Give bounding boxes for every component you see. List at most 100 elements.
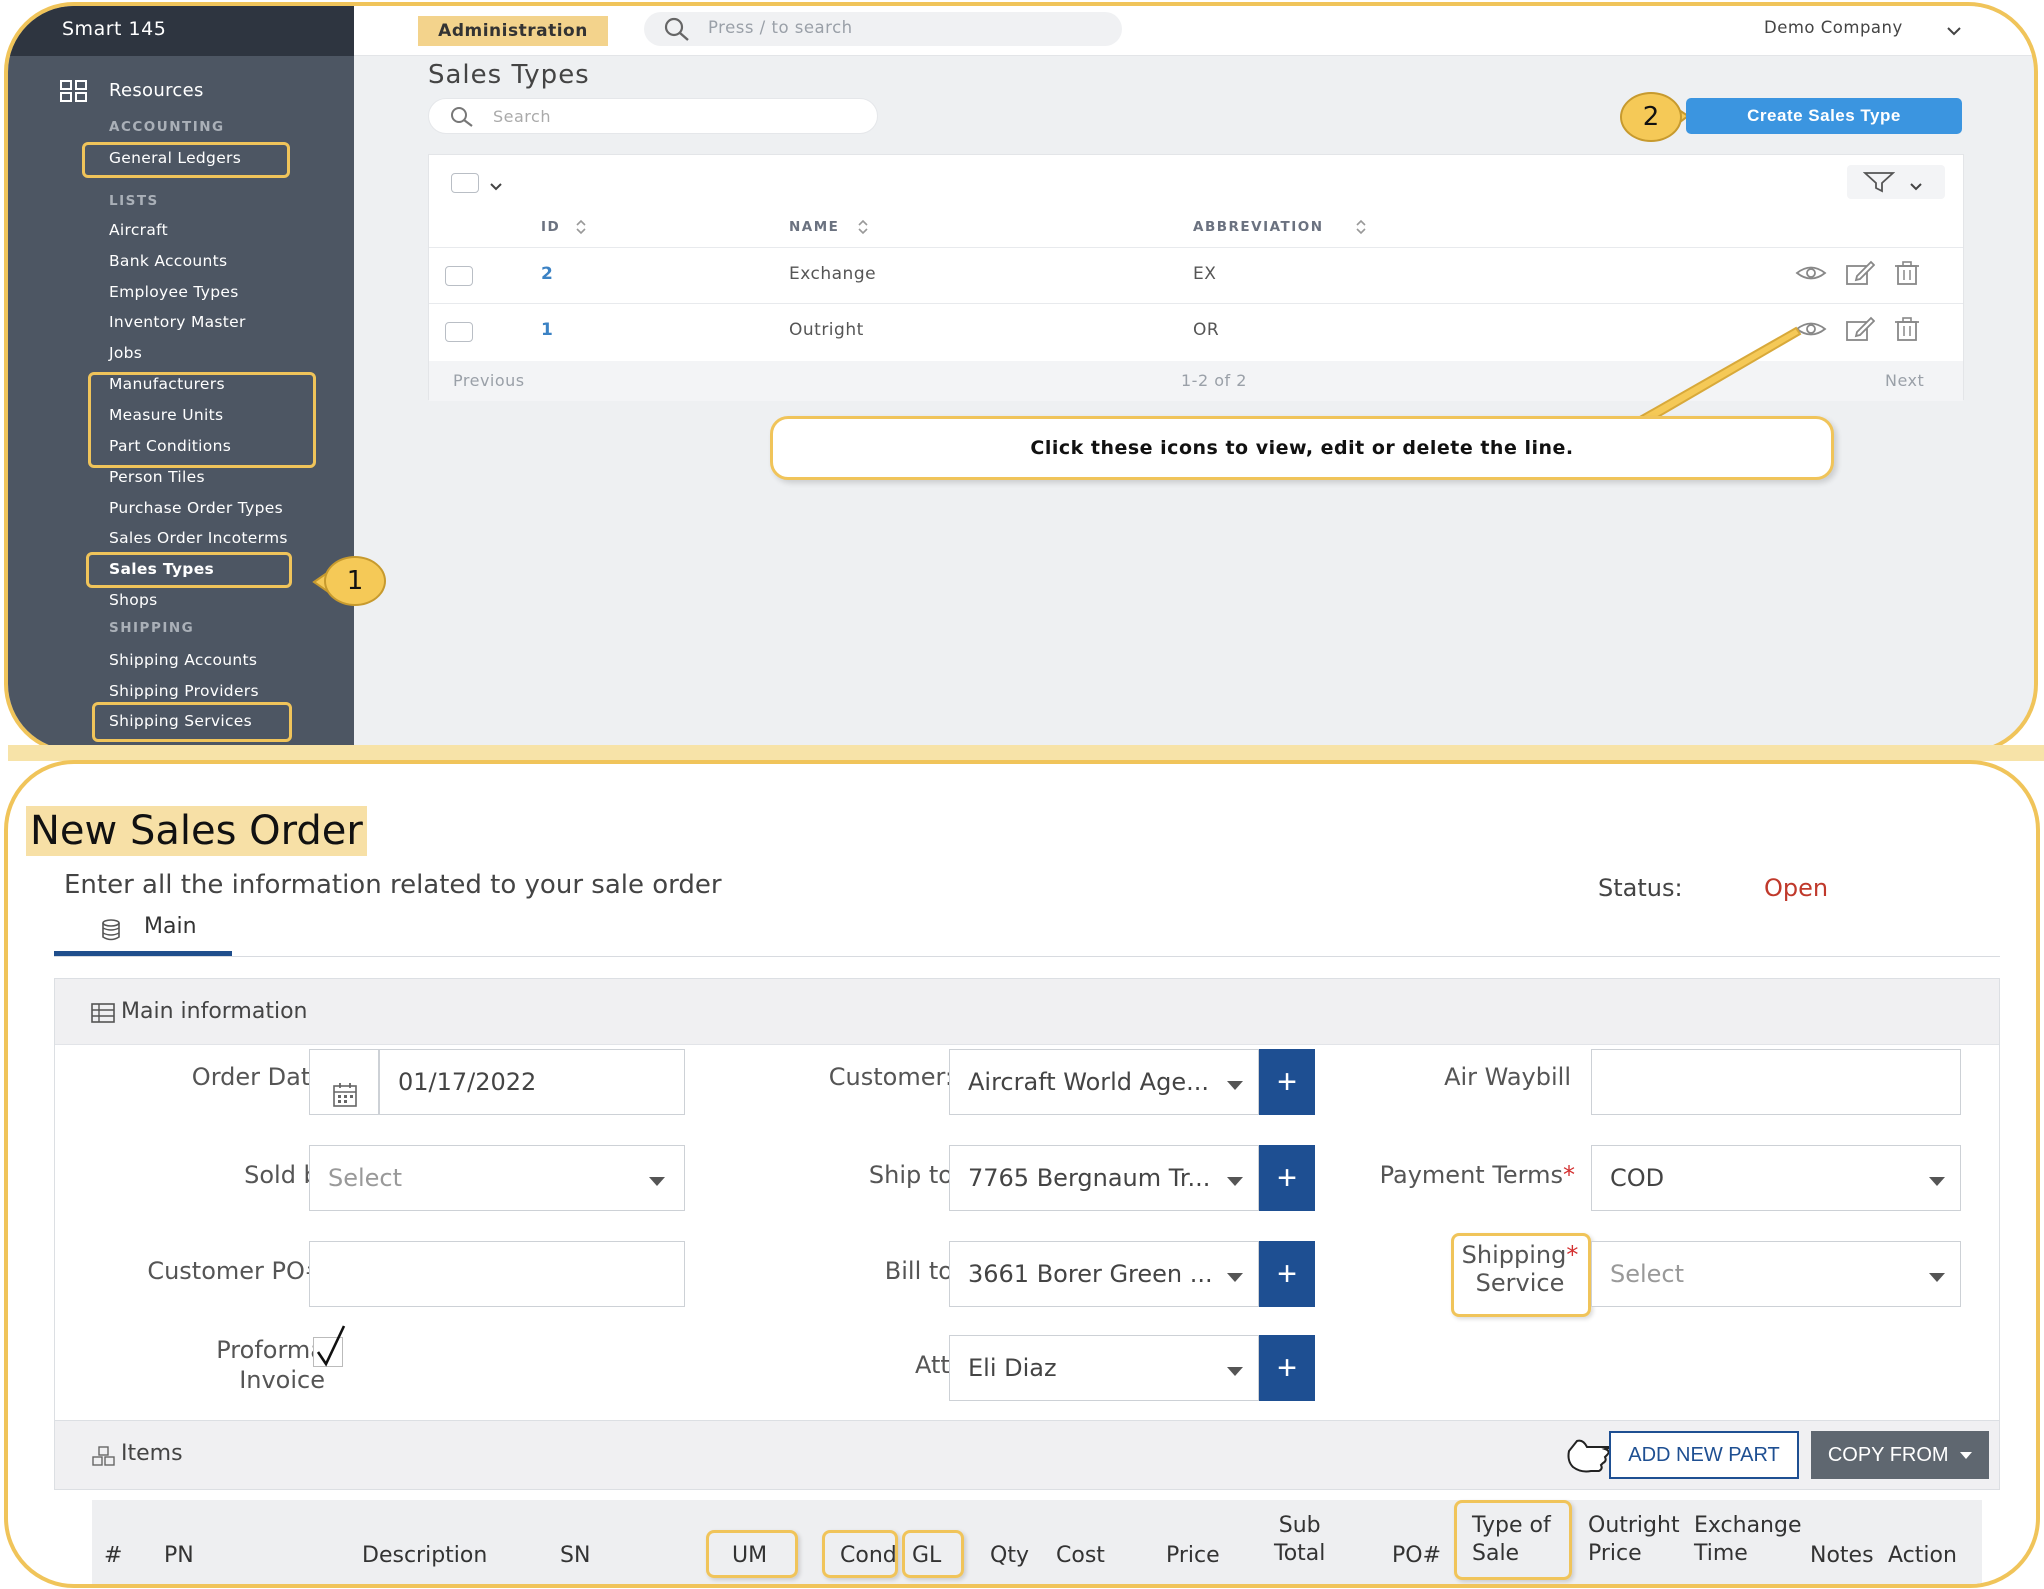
shipping-service-label-line-2: Service	[1475, 1269, 1565, 1297]
shipping-service-label-text: Shipping	[1461, 1241, 1567, 1269]
page-search-input[interactable]: Search	[428, 98, 878, 134]
add-ship-to-button[interactable]: +	[1259, 1145, 1315, 1211]
row-id[interactable]: 2	[541, 264, 553, 284]
sidebar-item-general-ledgers[interactable]: General Ledgers	[109, 149, 241, 167]
payment-terms-label: Payment Terms*	[1335, 1161, 1575, 1189]
payment-terms-select[interactable]: COD	[1591, 1145, 1961, 1211]
brand-bar: Smart 145	[8, 6, 354, 56]
sidebar-item-shipping-accounts[interactable]: Shipping Accounts	[109, 651, 257, 669]
add-attn-button[interactable]: +	[1259, 1335, 1315, 1401]
sidebar-item-part-conditions[interactable]: Part Conditions	[109, 437, 231, 455]
copy-from-button[interactable]: COPY FROM	[1811, 1431, 1989, 1479]
checkmark-icon	[314, 1324, 348, 1372]
ship-to-label-text: Ship to	[868, 1161, 953, 1189]
edit-icon[interactable]	[1845, 316, 1876, 346]
column-header-abbreviation[interactable]: ABBREVIATION	[1193, 219, 1324, 235]
row-id[interactable]: 1	[541, 320, 553, 340]
bill-to-label: Bill to*	[755, 1257, 965, 1285]
chevron-down-icon	[649, 1177, 665, 1186]
sort-icon[interactable]	[857, 219, 869, 239]
column-header-name[interactable]: NAME	[789, 219, 839, 235]
sales-order-subtitle: Enter all the information related to you…	[64, 870, 722, 900]
attn-select[interactable]: Eli Diaz	[949, 1335, 1259, 1401]
sidebar-item-sales-types[interactable]: Sales Types	[109, 560, 214, 578]
filter-button[interactable]	[1847, 165, 1945, 199]
sidebar-item-jobs[interactable]: Jobs	[109, 344, 142, 362]
edit-icon[interactable]	[1845, 260, 1876, 290]
row-checkbox[interactable]	[445, 266, 473, 286]
sort-icon[interactable]	[575, 219, 587, 239]
column-cost: Cost	[1056, 1543, 1105, 1568]
grid-icon	[60, 80, 88, 102]
global-search[interactable]: Press / to search	[644, 12, 1122, 46]
customer-po-input[interactable]	[309, 1241, 685, 1307]
copy-from-label: COPY FROM	[1827, 1444, 1949, 1466]
sidebar-item-shipping-services[interactable]: Shipping Services	[109, 712, 252, 730]
chevron-down-icon	[1929, 1273, 1945, 1282]
sort-icon[interactable]	[1355, 219, 1367, 239]
add-new-part-button[interactable]: ADD NEW PART	[1609, 1431, 1799, 1479]
shipping-service-select[interactable]: Select	[1591, 1241, 1961, 1307]
delete-icon[interactable]	[1893, 316, 1921, 346]
main-information-title: Main information	[121, 999, 308, 1024]
chevron-down-icon	[1929, 1177, 1945, 1186]
row-name: Outright	[789, 320, 864, 340]
page-title: Sales Types	[428, 60, 590, 90]
sidebar-item-aircraft[interactable]: Aircraft	[109, 221, 168, 239]
column-header-id[interactable]: ID	[541, 219, 560, 235]
ship-to-select[interactable]: 7765 Bergnaum Tr...	[949, 1145, 1259, 1211]
sidebar-item-person-tiles[interactable]: Person Tiles	[109, 468, 205, 486]
table-row[interactable]: 2 Exchange EX	[429, 248, 1963, 303]
customer-select[interactable]: Aircraft World Age...	[949, 1049, 1259, 1115]
required-mark: *	[1566, 1241, 1579, 1269]
delete-icon[interactable]	[1893, 260, 1921, 290]
next-page-button[interactable]: Next	[1885, 371, 1924, 390]
sidebar-resources[interactable]: Resources	[109, 80, 204, 101]
create-sales-type-button[interactable]: Create Sales Type	[1686, 98, 1962, 134]
add-bill-to-button[interactable]: +	[1259, 1241, 1315, 1307]
chevron-down-icon	[1909, 177, 1923, 196]
column-description: Description	[362, 1543, 488, 1568]
sidebar-item-bank-accounts[interactable]: Bank Accounts	[109, 252, 227, 270]
column-outright-price-line-2: Price	[1588, 1541, 1642, 1566]
order-date-input[interactable]: 01/17/2022	[379, 1049, 685, 1115]
sidebar-item-inventory-master[interactable]: Inventory Master	[109, 313, 246, 331]
items-column-headers: # PN Description SN UM Cond GL Qty Cost …	[92, 1500, 1982, 1584]
row-checkbox[interactable]	[445, 322, 473, 342]
tab-divider	[54, 956, 2000, 957]
administration-tab[interactable]: Administration	[418, 16, 608, 46]
column-exchange-time-line-1: Exchange	[1694, 1513, 1802, 1538]
sales-order-title: New Sales Order	[26, 806, 367, 856]
column-exchange-time-line-2: Time	[1694, 1541, 1748, 1566]
sidebar-item-sales-order-incoterms[interactable]: Sales Order Incoterms	[109, 529, 288, 547]
air-waybill-input[interactable]	[1591, 1049, 1961, 1115]
add-customer-button[interactable]: +	[1259, 1049, 1315, 1115]
pagination-range: 1-2 of 2	[1181, 371, 1247, 390]
chevron-down-icon[interactable]	[1946, 22, 1962, 41]
sidebar-item-shops[interactable]: Shops	[109, 591, 158, 609]
sidebar-item-purchase-order-types[interactable]: Purchase Order Types	[109, 499, 283, 517]
sidebar-header-accounting: ACCOUNTING	[109, 119, 225, 135]
top-bar: Administration Press / to search Demo Co…	[354, 6, 2034, 56]
view-icon[interactable]	[1795, 262, 1827, 288]
calendar-icon	[332, 1068, 358, 1114]
sidebar-item-shipping-providers[interactable]: Shipping Providers	[109, 682, 259, 700]
column-pn: PN	[164, 1543, 194, 1568]
column-price: Price	[1166, 1543, 1220, 1568]
sidebar: Smart 145 Resources ACCOUNTING General L…	[8, 6, 354, 750]
proforma-invoice-checkbox[interactable]	[313, 1325, 346, 1367]
sidebar-item-manufacturers[interactable]: Manufacturers	[109, 375, 225, 393]
sold-by-select[interactable]: Select	[309, 1145, 685, 1211]
chevron-down-icon[interactable]	[489, 177, 503, 196]
column-um: UM	[732, 1543, 768, 1568]
calendar-button[interactable]	[309, 1049, 379, 1115]
search-icon	[662, 16, 692, 46]
proforma-label-line-1: Proforma	[216, 1336, 325, 1364]
company-selector[interactable]: Demo Company	[1764, 18, 1903, 37]
select-all-checkbox[interactable]	[451, 173, 479, 193]
previous-page-button[interactable]: Previous	[453, 371, 525, 390]
sidebar-item-employee-types[interactable]: Employee Types	[109, 283, 239, 301]
tab-main[interactable]: Main	[54, 906, 232, 956]
sidebar-item-measure-units[interactable]: Measure Units	[109, 406, 223, 424]
bill-to-select[interactable]: 3661 Borer Green ...	[949, 1241, 1259, 1307]
